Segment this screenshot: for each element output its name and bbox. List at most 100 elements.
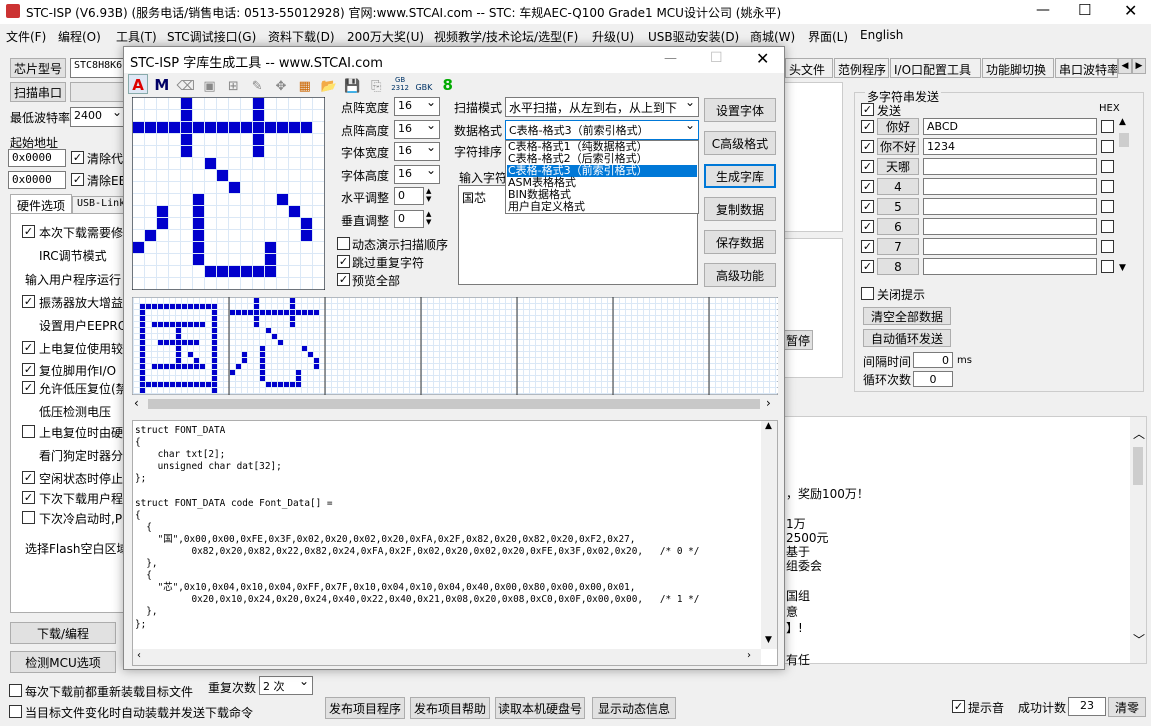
right-tab-1[interactable]: 范例程序 [834,58,889,78]
code-scrollbar-v[interactable]: ▲ ▼ [761,421,777,649]
right-tab-0[interactable]: 头文件 [785,58,833,78]
maximize-icon[interactable]: ☐ [1078,1,1091,19]
loop-count-field[interactable]: 0 [913,371,953,387]
minimize-icon[interactable]: — [1036,2,1050,18]
format-option-5[interactable]: 用户自定义格式 [507,201,697,213]
right-tab-3[interactable]: 功能脚切换 [982,58,1054,78]
option-checkbox-6[interactable]: ✓ [22,363,35,376]
row-hex-checkbox-1[interactable] [1101,140,1114,153]
mode-m-icon[interactable]: M [152,75,172,95]
set-font-button[interactable]: 设置字体 [704,98,776,122]
chip-value-field[interactable]: STC8H8K6 [70,58,126,78]
save-data-button[interactable]: 保存数据 [704,230,776,254]
menu-item-4[interactable]: 资料下载(D) [268,28,335,45]
chip-type-button[interactable]: 芯片型号 [10,58,66,78]
clear-all-data-button[interactable]: 清空全部数据 [863,307,951,325]
row-text-field-2[interactable] [923,158,1097,175]
read-disk-button[interactable]: 读取本机硬盘号 [495,697,585,719]
menu-item-6[interactable]: 视频教学/技术论坛/选型(F) [434,28,578,45]
h-adjust-spinner[interactable]: ▲ ▼ [426,187,431,203]
tab-usb-link[interactable]: USB-Link [72,196,126,214]
scan-mode-select[interactable]: 水平扫描，从左到右，从上到下 [505,97,699,117]
pause-button[interactable]: 暂停 [783,330,813,350]
min-baud-select[interactable]: 2400 [70,107,126,127]
row-send-checkbox-0[interactable]: ✓ [861,120,874,133]
download-button[interactable]: 下载/编程 [10,622,116,644]
row-send-checkbox-5[interactable]: ✓ [861,220,874,233]
output-scrollbar[interactable]: ︿ ﹀ [1130,417,1146,663]
glyph-editor-grid[interactable] [132,97,325,290]
option-checkbox-0[interactable]: ✓ [22,225,35,238]
open-icon[interactable]: 📂 [319,77,339,97]
generate-font-button[interactable]: 生成字库 [704,164,776,188]
option-checkbox-7[interactable]: ✓ [22,381,35,394]
dynamic-scan-checkbox[interactable] [337,237,350,250]
row-text-field-4[interactable] [923,198,1097,215]
advanced-function-button[interactable]: 高级功能 [704,263,776,287]
port-select[interactable] [70,82,126,102]
row-text-field-3[interactable] [923,178,1097,195]
menu-item-8[interactable]: USB驱动安装(D) [648,28,739,45]
row-text-field-1[interactable]: 1234 [923,138,1097,155]
row-text-field-7[interactable] [923,258,1097,275]
gb2312-icon[interactable]: GB 2312 [390,76,410,96]
stamp-icon[interactable]: ⊞ [223,77,243,97]
option-checkbox-5[interactable]: ✓ [22,341,35,354]
dot-height-select[interactable]: 16 [394,120,440,139]
address-field-1[interactable]: 0x0000 [8,149,66,167]
font-width-select[interactable]: 16 [394,142,440,161]
auto-reload-checkbox[interactable] [9,705,22,718]
row-send-button-5[interactable]: 6 [877,218,919,235]
interval-field[interactable]: 0 [913,352,953,368]
row-send-button-2[interactable]: 天哪 [877,158,919,175]
right-tab-2[interactable]: I/O口配置工具 [890,58,981,78]
clear-count-button[interactable]: 清零 [1108,697,1146,717]
gbk-icon[interactable]: GBK [414,78,434,98]
row-send-button-0[interactable]: 你好 [877,118,919,135]
row-hex-checkbox-4[interactable] [1101,200,1114,213]
save-icon[interactable]: 💾 [342,77,362,97]
grid-icon[interactable]: ▦ [295,77,315,97]
advanced-format-button[interactable]: C高级格式 [704,131,776,155]
row-send-checkbox-3[interactable]: ✓ [861,180,874,193]
option-checkbox-12[interactable]: ✓ [22,491,35,504]
tab-hardware[interactable]: 硬件选项 [10,194,72,214]
publish-help-button[interactable]: 发布项目帮助 [410,697,490,719]
skip-duplicate-checkbox[interactable]: ✓ [337,255,350,268]
dot-width-select[interactable]: 16 [394,97,440,116]
clear-code-checkbox[interactable]: ✓ [71,151,84,164]
option-checkbox-3[interactable]: ✓ [22,295,35,308]
font-a-icon[interactable]: A [128,74,148,94]
row-text-field-5[interactable] [923,218,1097,235]
address-field-2[interactable]: 0x0000 [8,171,66,189]
row-text-field-6[interactable] [923,238,1097,255]
menu-item-9[interactable]: 商城(W) [750,28,795,45]
auto-loop-send-button[interactable]: 自动循环发送 [863,329,951,347]
row-send-checkbox-4[interactable]: ✓ [861,200,874,213]
digit-8-icon[interactable]: 8 [438,75,458,95]
v-adjust-spinner[interactable]: ▲ ▼ [426,210,431,226]
row-hex-checkbox-7[interactable] [1101,260,1114,273]
row-send-checkbox-6[interactable]: ✓ [861,240,874,253]
tab-scroll-left[interactable]: ◀ [1118,58,1132,74]
row-send-button-3[interactable]: 4 [877,178,919,195]
row-hex-checkbox-6[interactable] [1101,240,1114,253]
row-send-checkbox-2[interactable]: ✓ [861,160,874,173]
menu-item-5[interactable]: 200万大奖(U) [347,28,424,45]
row-send-checkbox-1[interactable]: ✓ [861,140,874,153]
export-icon[interactable]: ⎘ [366,77,386,97]
row-hex-checkbox-5[interactable] [1101,220,1114,233]
send-all-checkbox[interactable]: ✓ [861,103,874,116]
preview-all-checkbox[interactable]: ✓ [337,273,350,286]
dialog-maximize-icon[interactable]: ☐ [710,50,723,66]
row-text-field-0[interactable]: ABCD [923,118,1097,135]
row-hex-checkbox-2[interactable] [1101,160,1114,173]
preview-scrollbar[interactable]: ‹ › [132,396,778,412]
code-output[interactable]: struct FONT_DATA { char txt[2]; unsigned… [132,420,778,666]
row-send-button-4[interactable]: 5 [877,198,919,215]
row-hex-checkbox-3[interactable] [1101,180,1114,193]
reload-checkbox[interactable] [9,684,22,697]
menu-item-11[interactable]: English [860,28,903,42]
row-send-checkbox-7[interactable]: ✓ [861,260,874,273]
dialog-close-icon[interactable]: ✕ [756,49,769,68]
